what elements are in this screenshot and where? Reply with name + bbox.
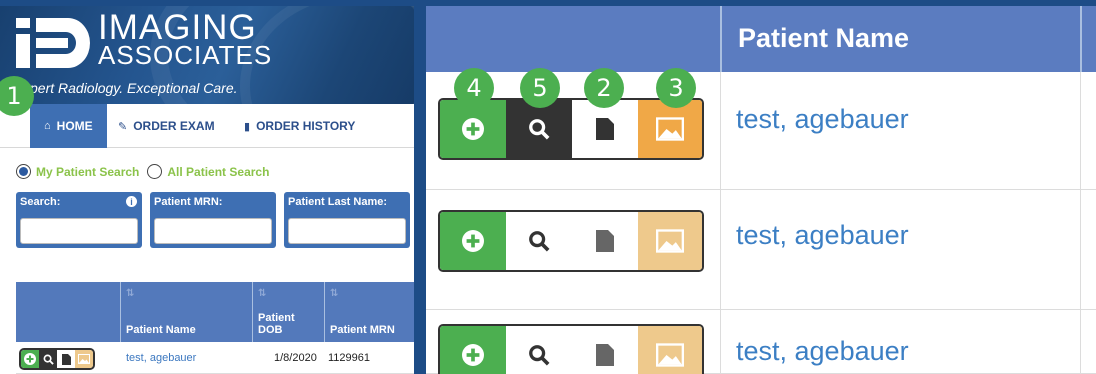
- callout-badge-5: 5: [520, 68, 560, 108]
- report-button[interactable]: [572, 100, 638, 158]
- mrn-input[interactable]: [154, 218, 272, 244]
- search-field-box: Search: i: [16, 192, 142, 248]
- search-label: Search:: [20, 196, 61, 208]
- col-patient-dob[interactable]: ⇅ Patient DOB: [252, 282, 324, 342]
- nav-order-exam[interactable]: ✎ ORDER EXAM: [118, 104, 215, 148]
- last-name-field-box: Patient Last Name:: [284, 192, 410, 248]
- callout-badge-3: 3: [656, 68, 696, 108]
- row-divider: [1080, 310, 1081, 373]
- row-divider: [1080, 72, 1081, 189]
- callout-badge-2: 2: [584, 68, 624, 108]
- table-row: test, agebauer 1/8/2020 1129961: [16, 344, 414, 374]
- table-row: test, agebauer: [426, 190, 1096, 310]
- row-divider: [1080, 190, 1081, 309]
- document-icon: [596, 118, 614, 140]
- plus-circle-icon: [24, 353, 36, 365]
- patient-name-link[interactable]: test, agebauer: [736, 336, 909, 367]
- last-name-input[interactable]: [288, 218, 406, 244]
- nav-home-label: HOME: [56, 119, 93, 133]
- nav-order-exam-label: ORDER EXAM: [133, 119, 215, 133]
- info-icon[interactable]: i: [126, 196, 137, 207]
- all-patient-search-radio[interactable]: [147, 164, 163, 179]
- mrn-field-box: Patient MRN:: [150, 192, 276, 248]
- logo-icon: [16, 18, 90, 68]
- patient-name-link[interactable]: test, agebauer: [736, 104, 909, 135]
- add-order-button[interactable]: [440, 326, 506, 374]
- last-name-label: Patient Last Name:: [288, 196, 388, 208]
- col-patient-mrn[interactable]: ⇅ Patient MRN: [324, 282, 414, 342]
- patient-name-link[interactable]: test, agebauer: [736, 220, 909, 251]
- col-patient-mrn-label: Patient MRN: [330, 324, 395, 336]
- document-icon: [61, 353, 71, 365]
- row-actions: [438, 324, 704, 374]
- search-input[interactable]: [20, 218, 138, 244]
- view-button[interactable]: [506, 326, 572, 374]
- col-patient-name-label: Patient Name: [126, 324, 196, 336]
- images-button[interactable]: [638, 100, 702, 158]
- callout-badge-4: 4: [454, 68, 494, 108]
- table-header: Patient Name: [426, 6, 1096, 72]
- add-order-button[interactable]: [440, 212, 506, 270]
- my-patient-search-radio[interactable]: [16, 164, 31, 179]
- image-icon: [656, 229, 684, 253]
- row-divider: [720, 310, 721, 373]
- row-divider: [720, 190, 721, 309]
- row-actions: [438, 210, 704, 272]
- row-actions: [19, 348, 95, 370]
- image-icon: [78, 354, 90, 364]
- images-button[interactable]: [638, 326, 702, 374]
- report-button[interactable]: [572, 326, 638, 374]
- patient-mrn: 1129961: [328, 352, 371, 364]
- patient-name-link[interactable]: test, agebauer: [126, 352, 196, 364]
- book-icon: ▮: [244, 120, 251, 133]
- table-row: test, agebauer: [426, 310, 1096, 374]
- images-button[interactable]: [75, 350, 93, 368]
- logo-wordmark-sub: ASSOCIATES: [98, 40, 273, 70]
- search-scope: My Patient Search All Patient Search: [16, 164, 269, 179]
- edit-icon: ✎: [118, 120, 128, 133]
- image-icon: [656, 117, 684, 141]
- plus-circle-icon: [462, 230, 484, 252]
- plus-circle-icon: [462, 118, 484, 140]
- plus-circle-icon: [462, 344, 484, 366]
- tagline: pert Radiology. Exceptional Care.: [30, 80, 238, 96]
- col-patient-name[interactable]: ⇅ Patient Name: [120, 282, 252, 342]
- view-button[interactable]: [506, 100, 572, 158]
- report-button[interactable]: [572, 212, 638, 270]
- right-panel-zoomed: Patient Name test, agebauer test, agebau…: [426, 6, 1096, 374]
- add-order-button[interactable]: [21, 350, 39, 368]
- nav-order-history[interactable]: ▮ ORDER HISTORY: [244, 104, 355, 148]
- col-dob-line2: DOB: [258, 324, 283, 336]
- patient-table-small: ⇅ Patient Name ⇅ Patient DOB ⇅ Patient M…: [16, 282, 414, 374]
- search-icon: [43, 354, 54, 365]
- document-icon: [596, 344, 614, 366]
- col-patient-dob-label: Patient DOB: [258, 312, 295, 336]
- search-icon: [529, 119, 550, 140]
- search-icon: [529, 345, 550, 366]
- home-icon: ⌂: [44, 120, 51, 132]
- header-divider: [720, 6, 722, 72]
- view-button[interactable]: [506, 212, 572, 270]
- search-icon: [529, 231, 550, 252]
- patient-dob: 1/8/2020: [274, 352, 317, 364]
- col-patient-name[interactable]: Patient Name: [738, 23, 909, 54]
- my-patient-search-label: My Patient Search: [36, 164, 140, 179]
- header-banner: IMAGING ASSOCIATES pert Radiology. Excep…: [0, 6, 414, 104]
- image-icon: [656, 343, 684, 367]
- row-divider: [720, 72, 721, 189]
- add-order-button[interactable]: [440, 100, 506, 158]
- header-divider: [1080, 6, 1082, 72]
- images-button[interactable]: [638, 212, 702, 270]
- left-panel: IMAGING ASSOCIATES pert Radiology. Excep…: [0, 6, 414, 374]
- view-button[interactable]: [39, 350, 57, 368]
- report-button[interactable]: [57, 350, 75, 368]
- document-icon: [596, 230, 614, 252]
- all-patient-search-label: All Patient Search: [167, 164, 270, 179]
- nav-order-history-label: ORDER HISTORY: [256, 119, 356, 133]
- mrn-label: Patient MRN:: [154, 196, 223, 208]
- main-nav: ⌂ HOME ✎ ORDER EXAM ▮ ORDER HISTORY: [0, 104, 414, 148]
- table-header: ⇅ Patient Name ⇅ Patient DOB ⇅ Patient M…: [16, 282, 414, 342]
- nav-home[interactable]: ⌂ HOME: [30, 104, 107, 148]
- col-dob-line1: Patient: [258, 312, 295, 324]
